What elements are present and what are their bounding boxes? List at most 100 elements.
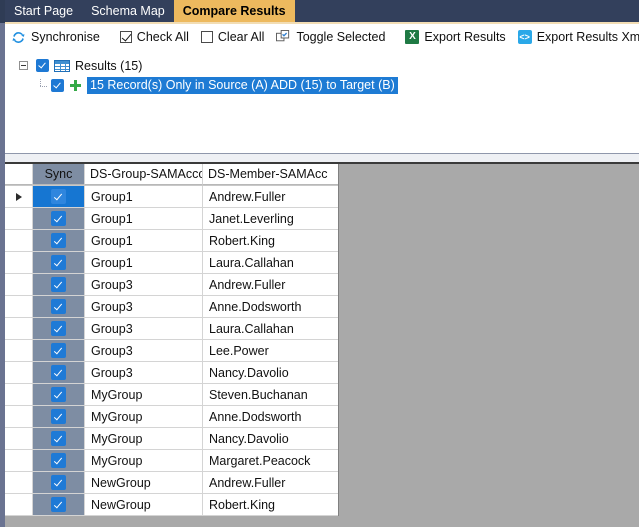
row-selector-cell[interactable] bbox=[5, 450, 33, 472]
group-cell[interactable]: Group3 bbox=[85, 296, 203, 318]
sync-cell[interactable] bbox=[33, 428, 85, 450]
group-cell[interactable]: Group1 bbox=[85, 186, 203, 208]
table-row[interactable]: Group3 Nancy.Davolio bbox=[5, 362, 338, 384]
group-cell[interactable]: Group3 bbox=[85, 274, 203, 296]
row-selector-cell[interactable] bbox=[5, 428, 33, 450]
table-row[interactable]: Group1 Andrew.Fuller bbox=[5, 186, 338, 208]
tree-node-results[interactable]: Results (15) bbox=[19, 57, 639, 74]
tree-checkbox-results[interactable] bbox=[36, 59, 49, 72]
group-cell[interactable]: MyGroup bbox=[85, 450, 203, 472]
row-selector-cell[interactable] bbox=[5, 274, 33, 296]
member-cell[interactable]: Laura.Callahan bbox=[203, 252, 338, 274]
table-row[interactable]: NewGroup Robert.King bbox=[5, 494, 338, 516]
group-cell[interactable]: MyGroup bbox=[85, 428, 203, 450]
row-selector-cell[interactable] bbox=[5, 340, 33, 362]
grid-header-group[interactable]: DS-Group-SAMAcco bbox=[85, 164, 203, 185]
grid-header-sync[interactable]: Sync bbox=[33, 164, 85, 185]
tab-compare-results[interactable]: Compare Results bbox=[173, 0, 295, 22]
table-row[interactable]: Group3 Laura.Callahan bbox=[5, 318, 338, 340]
row-selector-cell[interactable] bbox=[5, 252, 33, 274]
table-row[interactable]: Group1 Robert.King bbox=[5, 230, 338, 252]
table-row[interactable]: Group3 Lee.Power bbox=[5, 340, 338, 362]
sync-checkbox-checked-icon[interactable] bbox=[51, 387, 66, 402]
member-cell[interactable]: Anne.Dodsworth bbox=[203, 406, 338, 428]
group-cell[interactable]: Group1 bbox=[85, 230, 203, 252]
table-row[interactable]: MyGroup Anne.Dodsworth bbox=[5, 406, 338, 428]
sync-checkbox-checked-icon[interactable] bbox=[51, 321, 66, 336]
member-cell[interactable]: Steven.Buchanan bbox=[203, 384, 338, 406]
sync-checkbox-checked-icon[interactable] bbox=[51, 365, 66, 380]
sync-cell[interactable] bbox=[33, 362, 85, 384]
member-cell[interactable]: Andrew.Fuller bbox=[203, 274, 338, 296]
sync-cell[interactable] bbox=[33, 274, 85, 296]
group-cell[interactable]: Group3 bbox=[85, 318, 203, 340]
row-selector-cell[interactable] bbox=[5, 296, 33, 318]
sync-cell[interactable] bbox=[33, 450, 85, 472]
sync-cell[interactable] bbox=[33, 230, 85, 252]
row-selector-cell[interactable] bbox=[5, 494, 33, 516]
tab-start-page[interactable]: Start Page bbox=[5, 0, 82, 22]
sync-cell[interactable] bbox=[33, 296, 85, 318]
sync-checkbox-checked-icon[interactable] bbox=[51, 189, 66, 204]
table-row[interactable]: MyGroup Nancy.Davolio bbox=[5, 428, 338, 450]
row-selector-cell[interactable] bbox=[5, 230, 33, 252]
group-cell[interactable]: NewGroup bbox=[85, 494, 203, 516]
group-cell[interactable]: Group1 bbox=[85, 252, 203, 274]
sync-checkbox-checked-icon[interactable] bbox=[51, 343, 66, 358]
panel-splitter[interactable] bbox=[5, 153, 639, 162]
group-cell[interactable]: Group3 bbox=[85, 362, 203, 384]
check-all-button[interactable]: Check All bbox=[114, 26, 195, 48]
row-selector-cell[interactable] bbox=[5, 406, 33, 428]
member-cell[interactable]: Lee.Power bbox=[203, 340, 338, 362]
clear-all-button[interactable]: Clear All bbox=[195, 26, 271, 48]
row-selector-cell[interactable] bbox=[5, 208, 33, 230]
sync-checkbox-checked-icon[interactable] bbox=[51, 497, 66, 512]
row-selector-cell[interactable] bbox=[5, 186, 33, 208]
member-cell[interactable]: Anne.Dodsworth bbox=[203, 296, 338, 318]
table-row[interactable]: Group1 Laura.Callahan bbox=[5, 252, 338, 274]
table-row[interactable]: Group3 Andrew.Fuller bbox=[5, 274, 338, 296]
row-selector-cell[interactable] bbox=[5, 472, 33, 494]
tree-checkbox-records[interactable] bbox=[51, 79, 64, 92]
sync-checkbox-checked-icon[interactable] bbox=[51, 233, 66, 248]
sync-cell[interactable] bbox=[33, 208, 85, 230]
member-cell[interactable]: Nancy.Davolio bbox=[203, 362, 338, 384]
sync-checkbox-checked-icon[interactable] bbox=[51, 453, 66, 468]
table-row[interactable]: NewGroup Andrew.Fuller bbox=[5, 472, 338, 494]
grid-header-member[interactable]: DS-Member-SAMAcc bbox=[203, 164, 338, 185]
sync-cell[interactable] bbox=[33, 252, 85, 274]
sync-cell[interactable] bbox=[33, 384, 85, 406]
group-cell[interactable]: NewGroup bbox=[85, 472, 203, 494]
member-cell[interactable]: Nancy.Davolio bbox=[203, 428, 338, 450]
sync-checkbox-checked-icon[interactable] bbox=[51, 255, 66, 270]
expander-minus-icon[interactable] bbox=[19, 61, 28, 70]
sync-cell[interactable] bbox=[33, 186, 85, 208]
group-cell[interactable]: Group1 bbox=[85, 208, 203, 230]
member-cell[interactable]: Robert.King bbox=[203, 494, 338, 516]
sync-cell[interactable] bbox=[33, 494, 85, 516]
synchronise-button[interactable]: Synchronise bbox=[5, 26, 106, 48]
sync-cell[interactable] bbox=[33, 318, 85, 340]
group-cell[interactable]: MyGroup bbox=[85, 406, 203, 428]
sync-checkbox-checked-icon[interactable] bbox=[51, 475, 66, 490]
group-cell[interactable]: MyGroup bbox=[85, 384, 203, 406]
tree-node-records[interactable]: 15 Record(s) Only in Source (A) ADD (15)… bbox=[39, 77, 639, 94]
sync-checkbox-checked-icon[interactable] bbox=[51, 299, 66, 314]
row-selector-cell[interactable] bbox=[5, 318, 33, 340]
member-cell[interactable]: Margaret.Peacock bbox=[203, 450, 338, 472]
sync-checkbox-checked-icon[interactable] bbox=[51, 409, 66, 424]
export-results-button[interactable]: X Export Results bbox=[399, 26, 511, 48]
tab-schema-map[interactable]: Schema Map bbox=[82, 0, 174, 22]
table-row[interactable]: Group1 Janet.Leverling bbox=[5, 208, 338, 230]
member-cell[interactable]: Andrew.Fuller bbox=[203, 186, 338, 208]
sync-cell[interactable] bbox=[33, 472, 85, 494]
table-row[interactable]: MyGroup Margaret.Peacock bbox=[5, 450, 338, 472]
sync-cell[interactable] bbox=[33, 406, 85, 428]
table-row[interactable]: Group3 Anne.Dodsworth bbox=[5, 296, 338, 318]
sync-checkbox-checked-icon[interactable] bbox=[51, 431, 66, 446]
member-cell[interactable]: Andrew.Fuller bbox=[203, 472, 338, 494]
member-cell[interactable]: Janet.Leverling bbox=[203, 208, 338, 230]
export-results-xml-button[interactable]: <> Export Results Xml bbox=[512, 26, 639, 48]
member-cell[interactable]: Laura.Callahan bbox=[203, 318, 338, 340]
table-row[interactable]: MyGroup Steven.Buchanan bbox=[5, 384, 338, 406]
